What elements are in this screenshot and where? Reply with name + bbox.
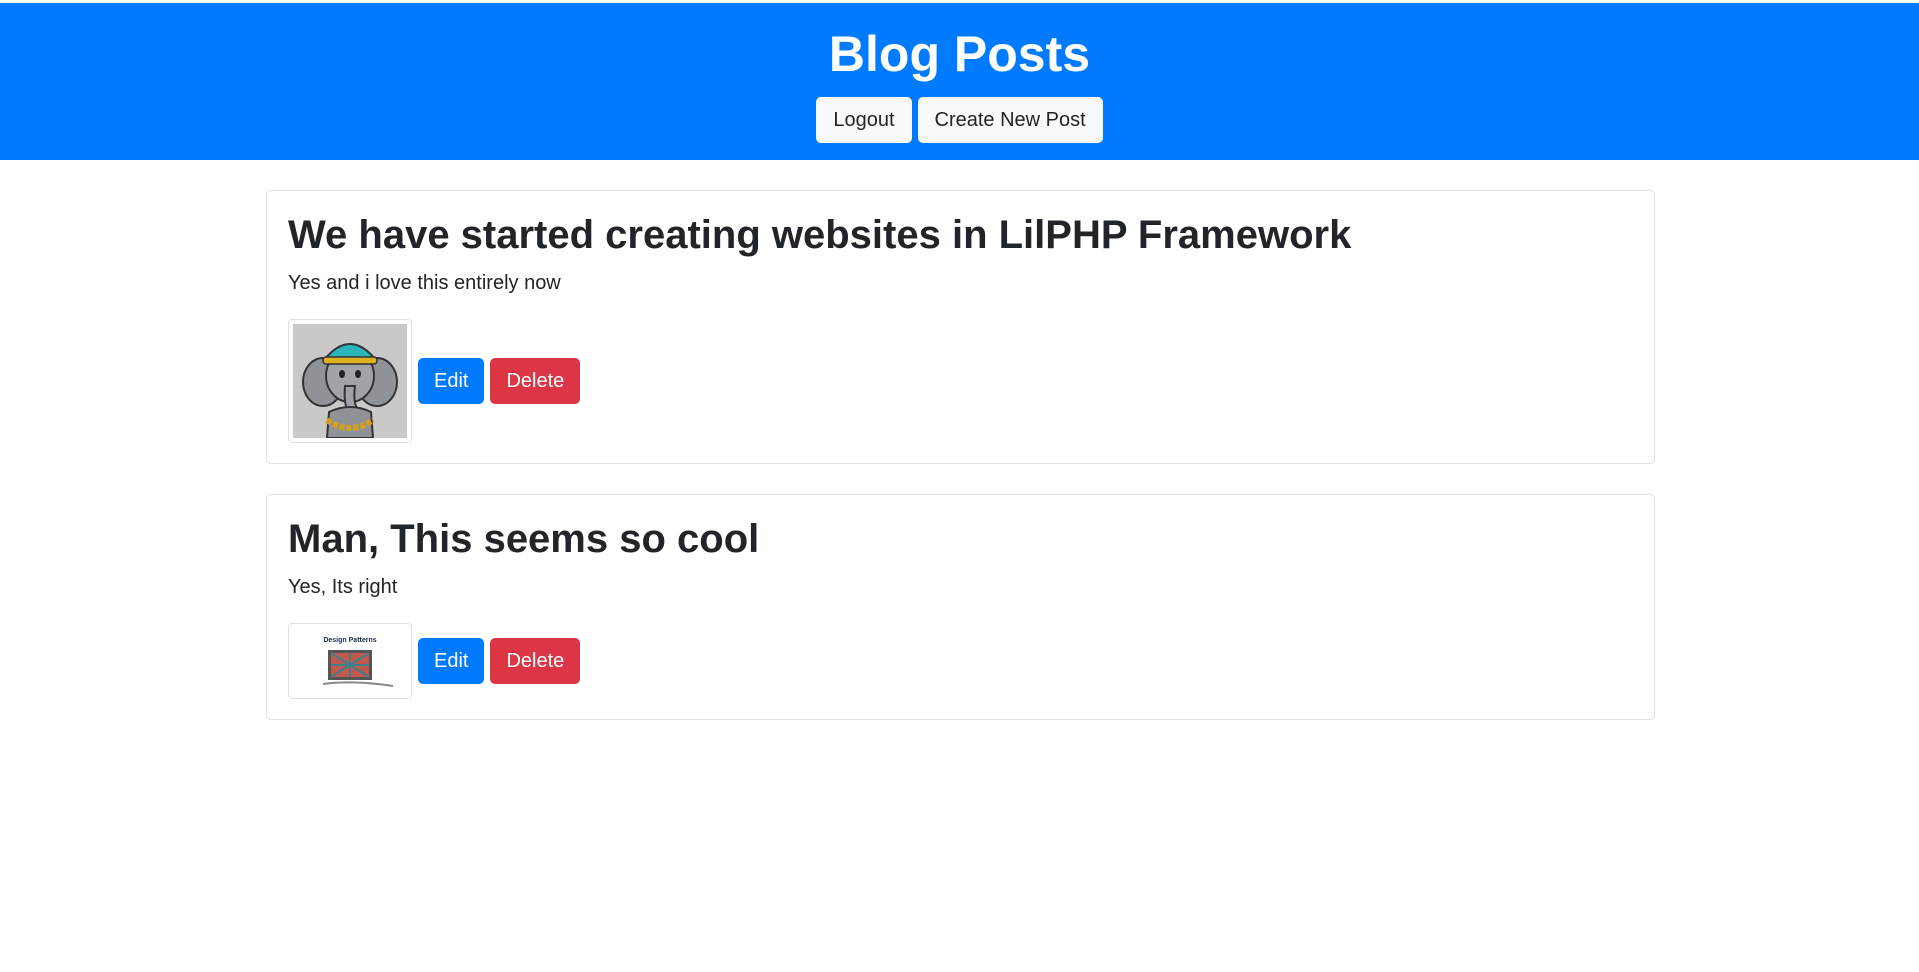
edit-button[interactable]: Edit <box>418 638 485 684</box>
post-thumbnail: Design Patterns <box>288 623 412 699</box>
elephant-mascot-image <box>293 324 407 438</box>
post-thumbnail <box>288 319 412 443</box>
page-header: Blog Posts Logout Create New Post <box>0 3 1919 160</box>
posts-list: We have started creating websites in Lil… <box>266 190 1655 750</box>
delete-button[interactable]: Delete <box>490 638 581 684</box>
create-new-post-button[interactable]: Create New Post <box>917 97 1103 143</box>
book-caption: Design Patterns <box>323 637 376 644</box>
post-actions: Design Patterns Edit Delete <box>288 623 1633 699</box>
post-title: We have started creating websites in Lil… <box>288 213 1352 257</box>
logout-button[interactable]: Logout <box>816 97 912 143</box>
page-title: Blog Posts <box>828 26 1091 82</box>
post-body: Yes, Its right <box>288 576 398 598</box>
post-card: Man, This seems so cool Yes, Its right D… <box>266 494 1655 720</box>
delete-button[interactable]: Delete <box>490 358 581 404</box>
post-card: We have started creating websites in Lil… <box>266 190 1655 464</box>
post-body: Yes and i love this entirely now <box>288 272 561 294</box>
header-actions: Logout Create New Post <box>0 97 1919 143</box>
design-patterns-book-image: Design Patterns <box>293 628 407 694</box>
post-title: Man, This seems so cool <box>288 517 760 561</box>
edit-button[interactable]: Edit <box>418 358 485 404</box>
post-actions: Edit Delete <box>288 319 1633 443</box>
